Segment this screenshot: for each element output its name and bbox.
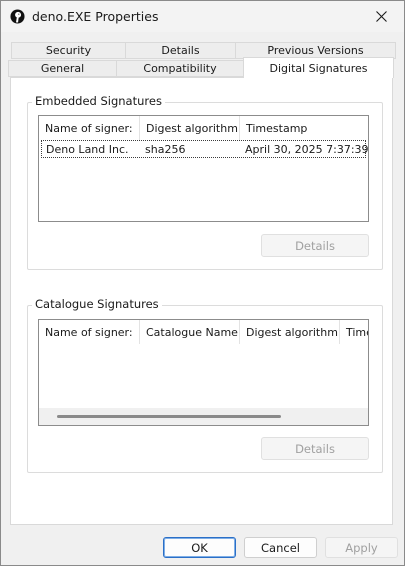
apply-button[interactable]: Apply [325,537,398,558]
tab-label: Security [45,44,92,57]
tab-general[interactable]: General [8,60,117,77]
tab-label: Digital Signatures [269,61,368,75]
column-header-catalogue-name[interactable]: Catalogue Name [140,320,240,344]
close-button[interactable] [358,1,404,32]
button-label: Details [295,441,335,456]
signer-name: Deno Land Inc. [46,142,129,156]
column-header-signer[interactable]: Name of signer: [39,116,140,140]
properties-dialog: deno.EXE Properties Security Details Pre… [0,0,405,566]
close-icon [375,11,387,22]
signature-row[interactable]: Deno Land Inc. sha256 April 30, 2025 7:3… [41,140,369,158]
tab-compatibility[interactable]: Compatibility [116,60,244,77]
button-label: Details [295,238,335,253]
horizontal-scrollbar[interactable] [39,408,368,425]
catalogue-signatures-title: Catalogue Signatures [32,297,162,311]
scrollbar-thumb[interactable] [57,415,281,418]
tab-security[interactable]: Security [11,42,126,59]
deno-app-icon [10,9,25,24]
list-header: Name of signer: Digest algorithm Timesta… [39,116,368,140]
tab-label: Compatibility [143,62,217,75]
tab-details[interactable]: Details [125,42,236,59]
tab-label: Details [161,44,200,57]
embedded-details-button[interactable]: Details [261,234,369,257]
timestamp: April 30, 2025 7:37:39... [245,142,369,156]
embedded-signatures-list[interactable]: Name of signer: Digest algorithm Timesta… [38,115,369,222]
column-header-digest[interactable]: Digest algorithm [140,116,240,140]
catalogue-details-button[interactable]: Details [261,437,369,460]
catalogue-signatures-list[interactable]: Name of signer: Catalogue Name Digest al… [38,319,369,426]
tab-label: Previous Versions [267,44,364,57]
button-label: Apply [345,540,378,555]
tab-digital-signatures[interactable]: Digital Signatures [243,57,394,78]
tab-label: General [40,62,85,75]
cancel-button[interactable]: Cancel [244,537,317,558]
button-label: OK [191,540,208,555]
button-label: Cancel [261,540,300,555]
embedded-signatures-title: Embedded Signatures [32,94,165,108]
title-bar: deno.EXE Properties [1,1,404,32]
column-header-timestamp[interactable]: Timestamp [240,116,368,140]
column-header-signer[interactable]: Name of signer: [39,320,140,344]
window-title: deno.EXE Properties [32,9,159,24]
column-header-digest[interactable]: Digest algorithm [240,320,340,344]
ok-button[interactable]: OK [163,537,236,558]
list-header: Name of signer: Catalogue Name Digest al… [39,320,368,344]
digest-algorithm: sha256 [145,142,186,156]
digital-signatures-page: Embedded Signatures Name of signer: Dige… [10,77,393,525]
column-header-timestamp[interactable]: Time [340,320,368,344]
